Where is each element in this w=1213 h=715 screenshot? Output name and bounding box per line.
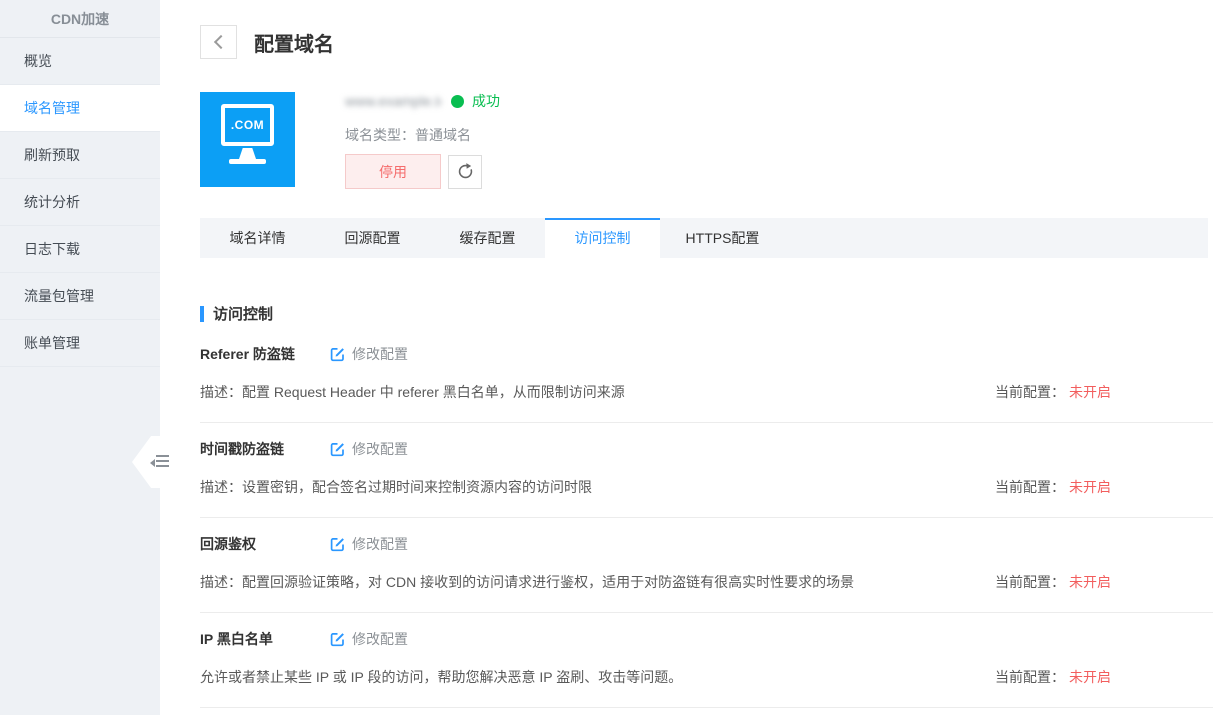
row-description: 描述：设置密钥，配合签名过期时间来控制资源内容的访问时限 bbox=[200, 477, 592, 497]
sidebar-item-billing[interactable]: 账单管理 bbox=[0, 320, 160, 367]
edit-config-label: 修改配置 bbox=[352, 534, 408, 554]
section-title: 访问控制 bbox=[213, 303, 273, 324]
status-value: 未开启 bbox=[1069, 479, 1111, 495]
status-value: 未开启 bbox=[1069, 574, 1111, 590]
edit-config-link[interactable]: 修改配置 bbox=[330, 629, 408, 649]
com-monitor-icon: .COM bbox=[200, 92, 295, 187]
edit-config-link[interactable]: 修改配置 bbox=[330, 534, 408, 554]
edit-config-label: 修改配置 bbox=[352, 629, 408, 649]
domain-card: .COM www.example.top 成功 域名类型：普通域名 停用 bbox=[200, 92, 500, 189]
domain-status: 成功 bbox=[472, 91, 500, 111]
sidebar: CDN加速 概览 域名管理 刷新预取 统计分析 日志下载 流量包管理 账单管理 bbox=[0, 0, 160, 715]
sidebar-item-traffic-package[interactable]: 流量包管理 bbox=[0, 273, 160, 320]
monitor-stand bbox=[239, 148, 256, 159]
row-title: IP 黑白名单 bbox=[200, 629, 330, 649]
row-description: 描述：配置 Request Header 中 referer 黑白名单，从而限制… bbox=[200, 382, 625, 402]
sidebar-item-statistics[interactable]: 统计分析 bbox=[0, 179, 160, 226]
config-row-timestamp: 时间戳防盗链 修改配置 描述：设置密钥，配合签名过期时间来控制资源内容的访问时限… bbox=[200, 423, 1213, 518]
config-rows: Referer 防盗链 修改配置 描述：配置 Request Header 中 … bbox=[200, 328, 1213, 708]
edit-config-link[interactable]: 修改配置 bbox=[330, 344, 408, 364]
config-row-ip-list: IP 黑白名单 修改配置 允许或者禁止某些 IP 或 IP 段的访问，帮助您解决… bbox=[200, 613, 1213, 708]
tab-bar: 域名详情 回源配置 缓存配置 访问控制 HTTPS配置 bbox=[200, 218, 1208, 258]
tab-https-config[interactable]: HTTPS配置 bbox=[660, 218, 785, 258]
monitor-screen: .COM bbox=[221, 104, 274, 146]
domain-name-row: www.example.top 成功 bbox=[345, 93, 500, 109]
row-status: 当前配置：未开启 bbox=[995, 572, 1213, 592]
sidebar-item-refresh-prefetch[interactable]: 刷新预取 bbox=[0, 132, 160, 179]
domain-name-masked: www.example.top bbox=[345, 93, 441, 109]
section-accent-bar bbox=[200, 306, 204, 322]
domain-actions: 停用 bbox=[345, 154, 500, 189]
row-title: Referer 防盗链 bbox=[200, 344, 330, 364]
disable-button[interactable]: 停用 bbox=[345, 154, 441, 189]
row-status: 当前配置：未开启 bbox=[995, 667, 1213, 687]
edit-square-icon bbox=[330, 632, 345, 647]
sidebar-title: CDN加速 bbox=[0, 0, 160, 38]
row-title: 时间戳防盗链 bbox=[200, 439, 330, 459]
status-dot-icon bbox=[451, 95, 464, 108]
page-title: 配置域名 bbox=[254, 28, 334, 57]
domain-type-value: 普通域名 bbox=[415, 127, 471, 143]
monitor-base bbox=[229, 159, 266, 164]
sidebar-item-log-download[interactable]: 日志下载 bbox=[0, 226, 160, 273]
edit-config-link[interactable]: 修改配置 bbox=[330, 439, 408, 459]
row-description: 描述：配置回源验证策略，对 CDN 接收到的访问请求进行鉴权，适用于对防盗链有很… bbox=[200, 572, 854, 592]
cdn-console: CDN加速 概览 域名管理 刷新预取 统计分析 日志下载 流量包管理 账单管理 … bbox=[0, 0, 1213, 715]
refresh-button[interactable] bbox=[448, 155, 482, 189]
back-button[interactable] bbox=[200, 25, 237, 59]
chevron-left-icon bbox=[213, 35, 227, 49]
tab-access-control[interactable]: 访问控制 bbox=[545, 218, 660, 258]
row-status: 当前配置：未开启 bbox=[995, 382, 1213, 402]
tab-cache-config[interactable]: 缓存配置 bbox=[430, 218, 545, 258]
page-header: 配置域名 bbox=[200, 25, 334, 59]
collapse-menu-icon bbox=[156, 455, 169, 467]
row-status: 当前配置：未开启 bbox=[995, 477, 1213, 497]
tab-domain-details[interactable]: 域名详情 bbox=[200, 218, 315, 258]
row-description: 允许或者禁止某些 IP 或 IP 段的访问，帮助您解决恶意 IP 盗刷、攻击等问… bbox=[200, 667, 682, 687]
edit-square-icon bbox=[330, 347, 345, 362]
edit-square-icon bbox=[330, 442, 345, 457]
domain-type-row: 域名类型：普通域名 bbox=[345, 125, 500, 141]
status-value: 未开启 bbox=[1069, 384, 1111, 400]
main-content: 配置域名 .COM www.example.top 成功 域名类型：普通域名 bbox=[160, 0, 1213, 715]
row-title: 回源鉴权 bbox=[200, 534, 330, 554]
domain-info: www.example.top 成功 域名类型：普通域名 停用 bbox=[345, 92, 500, 189]
edit-config-label: 修改配置 bbox=[352, 439, 408, 459]
sidebar-item-domain-management[interactable]: 域名管理 bbox=[0, 85, 160, 132]
edit-square-icon bbox=[330, 537, 345, 552]
section-heading: 访问控制 bbox=[200, 303, 273, 324]
status-value: 未开启 bbox=[1069, 669, 1111, 685]
edit-config-label: 修改配置 bbox=[352, 344, 408, 364]
refresh-icon bbox=[456, 162, 475, 181]
config-row-referer: Referer 防盗链 修改配置 描述：配置 Request Header 中 … bbox=[200, 328, 1213, 423]
domain-type-label: 域名类型： bbox=[345, 127, 415, 143]
sidebar-item-overview[interactable]: 概览 bbox=[0, 38, 160, 85]
config-row-origin-auth: 回源鉴权 修改配置 描述：配置回源验证策略，对 CDN 接收到的访问请求进行鉴权… bbox=[200, 518, 1213, 613]
tab-origin-config[interactable]: 回源配置 bbox=[315, 218, 430, 258]
sidebar-nav: 概览 域名管理 刷新预取 统计分析 日志下载 流量包管理 账单管理 bbox=[0, 38, 160, 367]
monitor-screen-label: .COM bbox=[231, 118, 264, 132]
